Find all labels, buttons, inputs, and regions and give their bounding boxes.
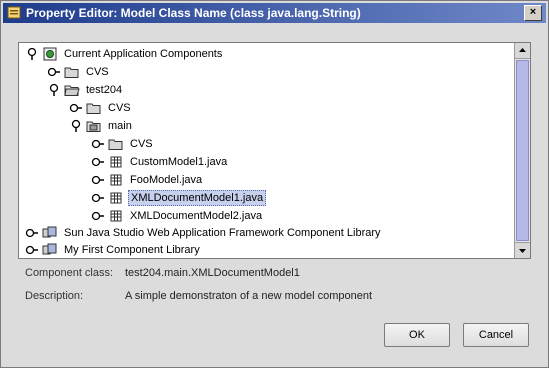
tree-node-label[interactable]: XMLDocumentModel2.java — [128, 208, 264, 224]
collapsed-handle-icon[interactable] — [91, 137, 105, 151]
tree-node[interactable]: main — [19, 118, 513, 134]
tree-node[interactable]: CustomModel1.java — [19, 154, 513, 170]
tree-node-label[interactable]: Current Application Components — [62, 46, 224, 62]
tree-node-label[interactable]: CVS — [128, 136, 155, 152]
tree-node-label[interactable]: CVS — [106, 100, 133, 116]
tree-node-label[interactable]: S1AF Sample Component Library — [62, 258, 230, 259]
tree-node[interactable]: CVS — [19, 136, 513, 152]
folder-icon — [64, 65, 80, 79]
expanded-handle-icon[interactable] — [47, 83, 61, 97]
expanded-handle-icon[interactable] — [25, 47, 39, 61]
component-class-label: Component class: — [25, 267, 114, 279]
collapsed-handle-icon[interactable] — [91, 173, 105, 187]
tree-node[interactable]: XMLDocumentModel2.java — [19, 208, 513, 224]
ok-button[interactable]: OK — [384, 323, 450, 347]
package-open-icon — [86, 119, 102, 133]
tree-node-label[interactable]: CustomModel1.java — [128, 154, 229, 170]
window-title: Property Editor: Model Class Name (class… — [26, 6, 361, 20]
collapsed-handle-icon[interactable] — [69, 101, 83, 115]
description-label: Description: — [25, 290, 84, 302]
scroll-thumb[interactable] — [516, 60, 529, 241]
tree-node[interactable]: FooModel.java — [19, 172, 513, 188]
tree-node-label[interactable]: CVS — [84, 64, 111, 80]
folder-open-icon — [64, 83, 80, 97]
tree-node-label[interactable]: XMLDocumentModel1.java — [128, 190, 267, 206]
tree-node[interactable]: S1AF Sample Component Library — [19, 258, 513, 259]
tree-node[interactable]: test204 — [19, 82, 513, 98]
description-value: A simple demonstraton of a new model com… — [125, 290, 373, 302]
java-class-icon — [108, 173, 124, 187]
collapsed-handle-icon[interactable] — [91, 209, 105, 223]
scroll-down-button[interactable] — [515, 242, 530, 258]
cancel-button[interactable]: Cancel — [463, 323, 529, 347]
library-icon — [42, 226, 58, 240]
collapsed-handle-icon[interactable] — [91, 155, 105, 169]
folder-icon — [86, 101, 102, 115]
component-class-value: test204.main.XMLDocumentModel1 — [125, 267, 300, 279]
collapsed-handle-icon[interactable] — [25, 226, 39, 240]
tree-node-label[interactable]: test204 — [84, 82, 124, 98]
java-class-icon — [108, 209, 124, 223]
java-class-icon — [108, 155, 124, 169]
expanded-handle-icon[interactable] — [69, 119, 83, 133]
editor-window-icon — [7, 6, 21, 19]
tree-node-label[interactable]: My First Component Library — [62, 242, 202, 258]
tree-node[interactable]: Sun Java Studio Web Application Framewor… — [19, 225, 513, 241]
tree-node[interactable]: XMLDocumentModel1.java — [19, 190, 513, 206]
component-tree[interactable]: Current Application Components CVS test204… — [18, 42, 531, 259]
scroll-up-button[interactable] — [515, 43, 530, 59]
tree-node[interactable]: Current Application Components — [19, 46, 513, 62]
vertical-scrollbar[interactable] — [514, 43, 530, 258]
java-class-icon — [108, 191, 124, 205]
close-button[interactable]: × — [524, 5, 542, 21]
tree-node[interactable]: My First Component Library — [19, 242, 513, 258]
folder-icon — [108, 137, 124, 151]
collapsed-handle-icon[interactable] — [91, 191, 105, 205]
tree-node-label[interactable]: FooModel.java — [128, 172, 204, 188]
collapsed-handle-icon[interactable] — [25, 243, 39, 257]
tree-node[interactable]: CVS — [19, 100, 513, 116]
library-icon — [42, 243, 58, 257]
app-components-icon — [42, 47, 58, 61]
tree-node-label[interactable]: main — [106, 118, 134, 134]
title-bar[interactable]: Property Editor: Model Class Name (class… — [3, 3, 546, 23]
arrow-down-icon — [519, 249, 526, 253]
tree-node[interactable]: CVS — [19, 64, 513, 80]
arrow-up-icon — [519, 48, 526, 52]
collapsed-handle-icon[interactable] — [47, 65, 61, 79]
property-editor-dialog: Property Editor: Model Class Name (class… — [0, 0, 549, 368]
tree-node-label[interactable]: Sun Java Studio Web Application Framewor… — [62, 225, 383, 241]
